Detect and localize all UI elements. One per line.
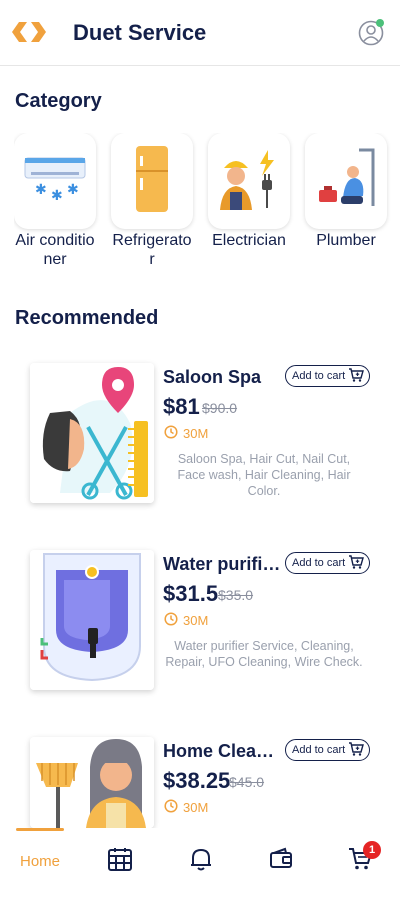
add-to-cart-label: Add to cart [292,370,346,382]
category-card[interactable] [208,133,290,229]
item-old-price: $90.0 [202,400,238,416]
item-duration: 30M [164,612,208,629]
plumber-icon [313,146,379,217]
item-duration: 30M [164,799,208,816]
electrician-icon [216,146,282,217]
add-to-cart-label: Add to cart [292,744,346,756]
item-price: $81 [163,394,200,419]
add-to-cart-button[interactable]: Add to cart [285,552,371,574]
water-purifier-image [30,550,154,690]
category-label: Air conditioner [15,232,95,268]
bell-icon [188,846,214,877]
item-title: Home Cleaning [163,741,281,761]
item-old-price: $35.0 [218,587,254,603]
cart-plus-icon [348,554,365,572]
add-to-cart-label: Add to cart [292,557,346,569]
profile-icon[interactable] [358,18,386,46]
nav-notifications[interactable] [186,846,216,876]
category-label: Plumber [316,232,376,249]
category-item-electrician[interactable]: Electrician [208,133,290,250]
category-card[interactable] [111,133,193,229]
category-card[interactable] [305,133,387,229]
item-price: $31.5 [163,581,219,606]
duration-text: 30M [183,800,209,815]
category-list: ✱ ✱ ✱ Air conditioner Refrigerator Elect… [14,133,400,273]
clock-icon [164,612,178,629]
cart-plus-icon [348,367,365,385]
category-card[interactable]: ✱ ✱ ✱ [14,133,96,229]
svg-text:✱: ✱ [67,181,79,197]
svg-text:✱: ✱ [51,187,63,203]
recommended-item[interactable]: Water purifier Service Add to cart $31.5… [30,550,371,710]
item-duration: 30M [164,425,208,442]
nav-wallet[interactable] [266,846,296,876]
app-title: Duet Service [73,20,207,45]
wallet-icon [268,846,294,877]
category-item-air-conditioner[interactable]: ✱ ✱ ✱ Air conditioner [14,133,96,269]
category-label: Electrician [212,232,286,249]
recommended-item[interactable]: Saloon Spa Add to cart $81 $90.0 30M Sal… [30,363,371,523]
nav-calendar[interactable] [105,846,135,876]
home-cleaning-image [30,737,154,828]
app-header: Duet Service [0,0,400,66]
duration-text: 30M [183,426,209,441]
category-item-refrigerator[interactable]: Refrigerator [111,133,193,269]
clock-icon [164,425,178,442]
bottom-navigation: Home 1 [0,828,400,900]
active-tab-indicator [16,828,64,831]
item-description: Saloon Spa, Hair Cut, Nail Cut, Face was… [177,452,351,498]
nav-home[interactable]: Home [20,846,60,876]
category-title: Category [15,90,102,112]
category-item-plumber[interactable]: Plumber [305,133,387,250]
item-description: Water purifier Service, Cleaning, Repair… [165,639,363,669]
add-to-cart-button[interactable]: Add to cart [285,365,371,387]
calendar-icon [107,846,133,877]
clock-icon [164,799,178,816]
svg-text:✱: ✱ [35,181,47,197]
air-conditioner-icon: ✱ ✱ ✱ [23,152,87,211]
refrigerator-icon [132,144,172,219]
add-to-cart-button[interactable]: Add to cart [285,739,371,761]
item-title: Water purifier Service [163,554,281,574]
duration-text: 30M [183,613,209,628]
duet-logo-icon [10,20,48,44]
item-price: $38.25 [163,768,231,793]
item-old-price: $45.0 [229,774,265,790]
item-title: Saloon Spa [163,367,262,387]
cart-plus-icon [348,741,365,759]
saloon-spa-image [30,363,154,503]
cart-count-badge: 1 [363,841,381,859]
recommended-title: Recommended [15,307,159,329]
category-label: Refrigerator [112,232,192,268]
